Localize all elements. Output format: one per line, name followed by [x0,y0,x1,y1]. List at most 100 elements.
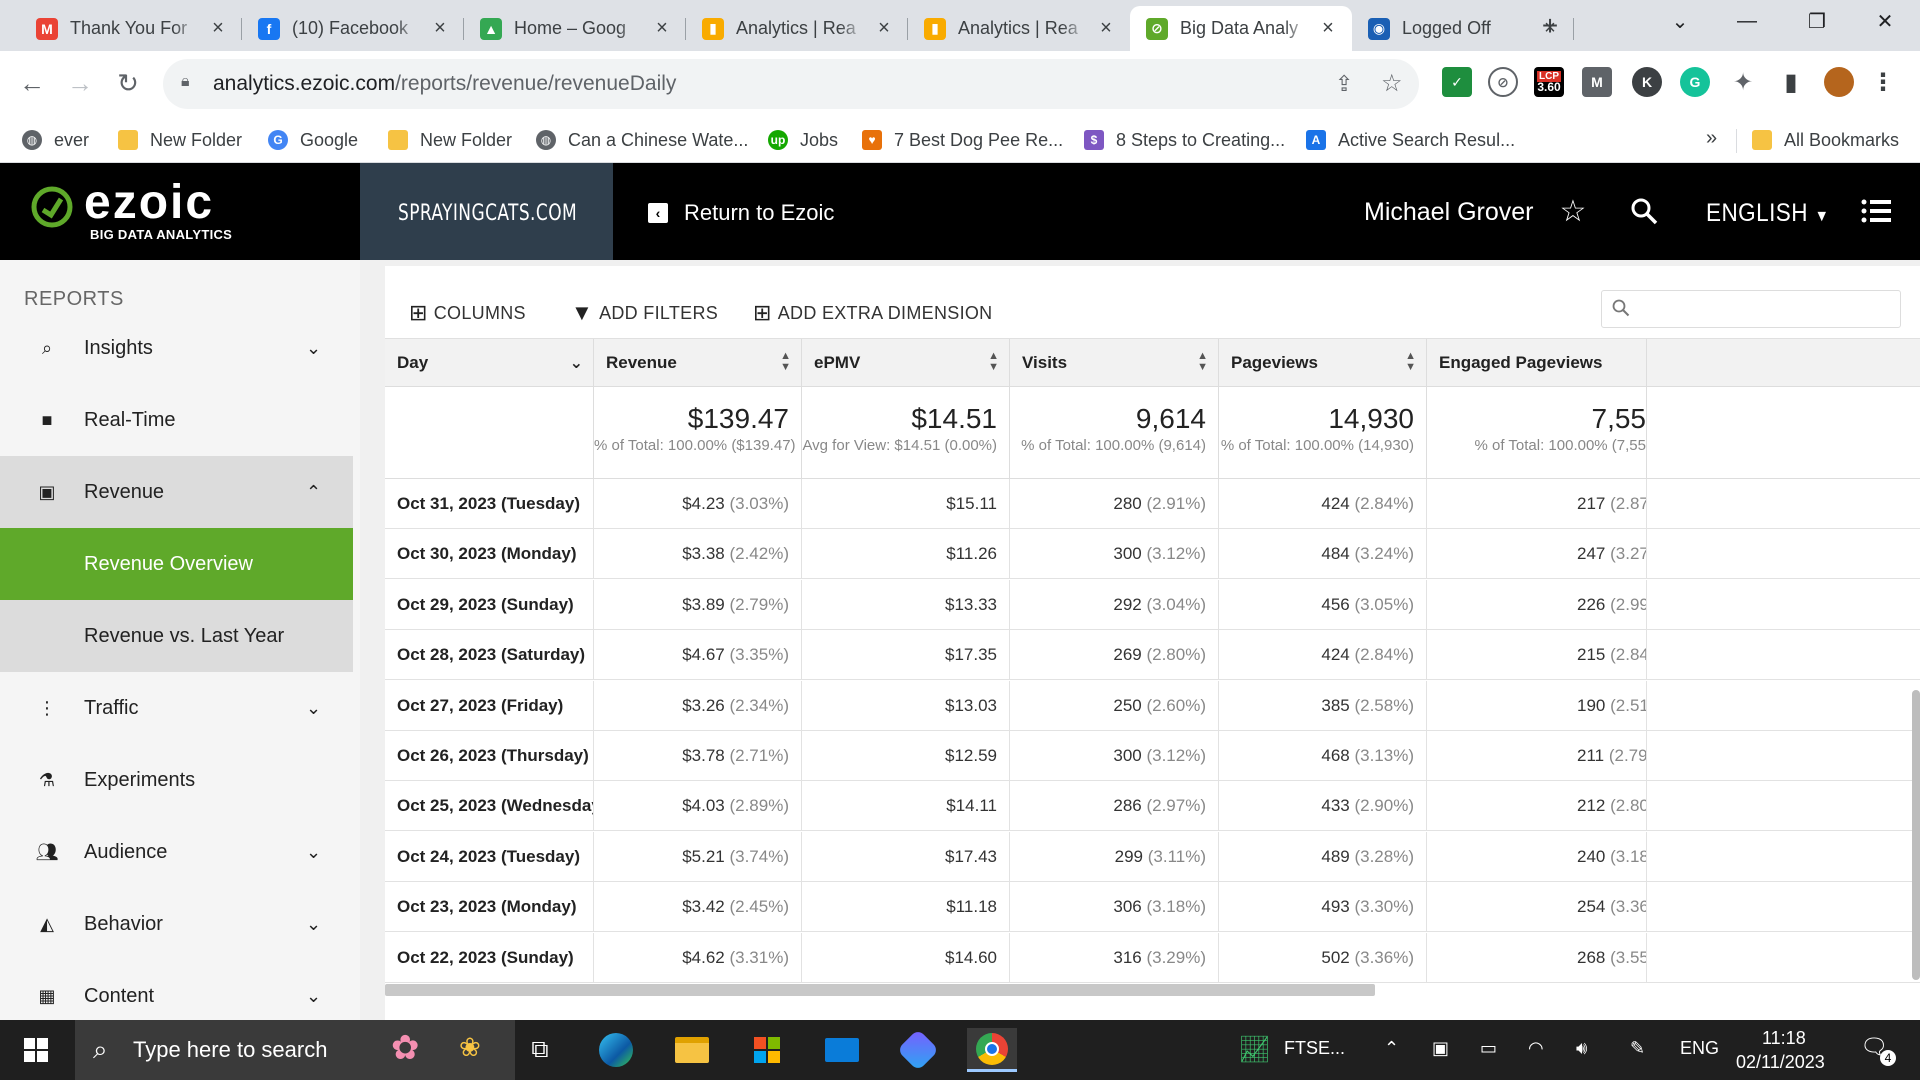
column-header[interactable]: Pageviews ▲ ▼ [1219,339,1427,387]
star-icon[interactable]: ☆ [1555,193,1591,229]
browser-tab[interactable]: ▲ Home – Goog × [464,6,686,51]
menu-list-icon[interactable] [1858,193,1894,229]
sidebar-item[interactable]: 👥︎ Audience ⌄ [0,816,353,888]
volume-icon[interactable]: 🔊︎ [1576,1038,1587,1059]
table-row[interactable]: Oct 25, 2023 (Wednesday) $4.03 (2.89%) $14… [385,781,1920,832]
column-header[interactable]: ePMV ▲ ▼ [802,339,1010,387]
table-row[interactable]: Oct 30, 2023 (Monday) $3.38 (2.42%) $11.26… [385,529,1920,580]
browser-tab[interactable]: ▮ Analytics | Rea × [686,6,908,51]
tab-search-icon[interactable]: ⌄ [1645,0,1715,42]
ezoic-logo[interactable]: ezoic BIG DATA ANALYTICS [30,176,360,243]
column-header[interactable]: Day ⌄ [385,339,594,387]
close-tab-icon[interactable]: × [1096,17,1116,40]
table-row[interactable]: Oct 22, 2023 (Sunday) $4.62 (3.31%) $14.60… [385,932,1920,983]
taskbar-search-box[interactable]: ⌕ Type here to search ✿ ❀ [75,1020,515,1080]
close-tab-icon[interactable]: × [1318,17,1338,40]
chrome-menu-icon[interactable]: ⋮ [1868,67,1898,97]
close-tab-icon[interactable]: × [430,17,450,40]
battery-icon[interactable]: ▭ [1480,1038,1497,1059]
search-icon[interactable] [1626,193,1662,229]
stock-chart-icon[interactable]: 📈︎ [1238,1034,1271,1065]
grammarly-icon[interactable]: G [1680,67,1710,97]
sidebar-item[interactable]: Revenue Overview [0,528,353,600]
windows-start-icon[interactable] [14,1028,58,1072]
add-filters-button[interactable]: ▼ ADD FILTERS [571,298,718,328]
checkmark-extension-icon[interactable]: ✓ [1442,67,1472,97]
chevron-down-icon[interactable]: ⌄ [570,353,583,373]
add-extra-dimension-button[interactable]: ⊞ ADD EXTRA DIMENSION [753,298,992,328]
bookmark-item[interactable]: New Folder [118,125,242,155]
wifi-icon[interactable]: ◠ [1528,1038,1544,1059]
copilot-icon[interactable] [896,1028,940,1072]
sort-icon[interactable]: ▲ ▼ [988,351,999,373]
user-name[interactable]: Michael Grover [1364,198,1534,227]
sidebar-item[interactable]: Revenue vs. Last Year [0,600,353,672]
profile-avatar[interactable] [1824,67,1854,97]
gmail-extension-icon[interactable]: M [1582,67,1612,97]
table-row[interactable]: Oct 24, 2023 (Tuesday) $5.21 (3.74%) $17.4… [385,831,1920,882]
column-header[interactable]: Engaged Pageviews [1427,339,1647,387]
k-extension-icon[interactable]: K [1632,67,1662,97]
language-indicator[interactable]: ENG [1680,1038,1719,1059]
lcp-extension-icon[interactable]: LCP 3.60 [1534,67,1564,97]
table-row[interactable]: Oct 27, 2023 (Friday) $3.26 (2.34%) $13.03… [385,680,1920,731]
pen-icon[interactable]: ✎ [1630,1038,1645,1059]
column-header[interactable]: Revenue ▲ ▼ [594,339,802,387]
bookmark-item[interactable]: ◍ Can a Chinese Wate... [536,125,748,155]
file-explorer-icon[interactable] [670,1028,714,1072]
close-tab-icon[interactable]: × [208,17,228,40]
stock-ticker[interactable]: FTSE... [1284,1038,1345,1059]
address-bar[interactable]: 🔒︎ analytics.ezoic.com/reports/revenue/r… [163,59,1419,109]
table-row[interactable]: Oct 29, 2023 (Sunday) $3.89 (2.79%) $13.33… [385,579,1920,630]
site-selector[interactable]: SPRAYINGCATS.COM [360,163,613,260]
clock-time[interactable]: 11:18 [1762,1028,1806,1049]
browser-tab[interactable]: f (10) Facebook × [242,6,464,51]
restore-icon[interactable]: ❐ [1782,0,1852,42]
meet-icon[interactable]: ▣ [1432,1038,1449,1059]
table-search-input[interactable] [1601,290,1901,328]
browser-tab[interactable]: ▮ Analytics | Rea × [908,6,1130,51]
chevron-up-icon[interactable]: ⌃ [1384,1038,1399,1059]
bookmarks-overflow-button[interactable]: » [1706,127,1717,150]
mail-icon[interactable] [820,1028,864,1072]
sidebar-item[interactable]: ▣ Revenue ⌃ [0,456,353,528]
bookmark-item[interactable]: G Google [268,125,358,155]
browser-tab[interactable]: ⊘ Big Data Analy × [1130,6,1352,51]
sidebar-item[interactable]: ▦ Content ⌄ [0,960,353,1020]
close-tab-icon[interactable]: × [652,17,672,40]
bookmark-item[interactable]: up Jobs [768,125,838,155]
close-tab-icon[interactable]: × [874,17,894,40]
side-panel-icon[interactable]: ▮ [1776,67,1806,97]
all-bookmarks-button[interactable]: All Bookmarks [1752,125,1899,155]
bookmark-item[interactable]: New Folder [388,125,512,155]
sort-icon[interactable]: ▲ ▼ [780,351,791,373]
sidebar-item[interactable]: ⋮ Traffic ⌄ [0,672,353,744]
back-icon[interactable]: ← [14,65,50,101]
table-row[interactable]: Oct 23, 2023 (Monday) $3.42 (2.45%) $11.18… [385,882,1920,933]
task-view-icon[interactable]: ⧉ [518,1028,562,1072]
new-tab-button[interactable]: + [1532,8,1568,44]
bookmark-item[interactable]: ◍ ever [22,125,89,155]
bookmark-item[interactable]: A Active Search Resul... [1306,125,1515,155]
sort-icon[interactable]: ▲ ▼ [1405,351,1416,373]
vertical-scrollbar[interactable] [1912,690,1920,980]
share-icon[interactable]: ⇪ [1335,71,1353,97]
language-selector[interactable]: ENGLISH ▼ [1706,199,1829,228]
browser-tab[interactable]: M Thank You For × [20,6,242,51]
bookmark-star-icon[interactable]: ☆ [1381,69,1403,98]
return-to-ezoic-link[interactable]: ‹ Return to Ezoic [648,200,834,226]
extensions-puzzle-icon[interactable]: ✦ [1728,67,1758,97]
column-header[interactable]: Visits ▲ ▼ [1010,339,1219,387]
table-row[interactable]: Oct 31, 2023 (Tuesday) $4.23 (3.03%) $15.1… [385,479,1920,529]
forward-icon[interactable]: → [62,65,98,101]
edge-icon[interactable] [594,1028,638,1072]
microsoft-store-icon[interactable] [745,1028,789,1072]
bookmark-item[interactable]: $8 Steps to Creating... [1084,125,1285,155]
sort-icon[interactable]: ▲ ▼ [1197,351,1208,373]
chrome-taskbar-icon[interactable] [967,1028,1017,1072]
sidebar-item[interactable]: ⚗ Experiments [0,744,353,816]
sidebar-item[interactable]: ■ Real-Time [0,384,353,456]
lock-icon[interactable]: 🔒︎ [181,73,190,91]
ezoic-extension-icon[interactable]: ⊘ [1488,67,1518,97]
bookmark-item[interactable]: ♥ 7 Best Dog Pee Re... [862,125,1063,155]
